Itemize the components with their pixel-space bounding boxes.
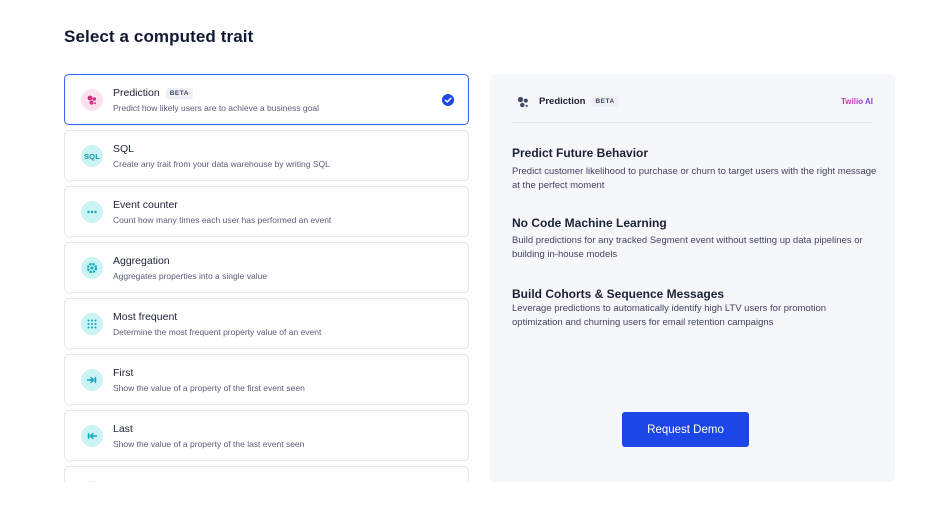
trait-description: Show the value of a property of the last… <box>113 439 305 449</box>
feature-description: Build predictions for any tracked Segmen… <box>512 235 863 260</box>
trait-name: First <box>113 367 134 379</box>
feature-title: Predict Future Behavior <box>512 146 649 160</box>
trait-description: Create any trait from your data warehous… <box>113 159 330 169</box>
feature-description: Predict customer likelihood to purchase … <box>512 166 877 191</box>
beta-badge: BETA <box>165 88 193 99</box>
feature-description: Leverage predictions to automatically id… <box>512 303 827 328</box>
trait-card-aggregation[interactable]: Aggregation Aggregates properties into a… <box>64 242 469 293</box>
trait-card-partial[interactable] <box>64 466 469 482</box>
last-icon <box>81 425 103 447</box>
trait-card-prediction[interactable]: Prediction BETA Predict how likely users … <box>64 74 469 125</box>
most-frequent-icon <box>81 313 103 335</box>
feature-title: No Code Machine Learning <box>512 216 667 230</box>
trait-card-last[interactable]: Last Show the value of a property of the… <box>64 410 469 461</box>
prediction-icon <box>81 89 103 111</box>
feature-title: Build Cohorts & Sequence Messages <box>512 287 725 301</box>
check-circle-icon <box>442 94 454 106</box>
beta-badge: BETA <box>591 96 619 107</box>
trait-detail-panel: Prediction BETA Twilio AI Predict Future … <box>490 74 895 482</box>
twilio-ai-logo: Twilio AI <box>841 97 873 106</box>
first-icon <box>81 369 103 391</box>
aggregation-icon <box>81 257 103 279</box>
trait-name: Last <box>113 423 133 435</box>
trait-description: Show the value of a property of the firs… <box>113 383 305 393</box>
trait-name: SQL <box>113 143 135 155</box>
trait-description: Determine the most frequent property val… <box>113 327 322 337</box>
trait-name: Prediction <box>113 87 160 99</box>
trait-card-event-counter[interactable]: Event counter Count how many times each … <box>64 186 469 237</box>
trait-name: Event counter <box>113 199 178 211</box>
trait-card-first[interactable]: First Show the value of a property of th… <box>64 354 469 405</box>
detail-header: Prediction BETA Twilio AI <box>512 93 873 123</box>
trait-description: Aggregates properties into a single valu… <box>113 271 268 281</box>
trait-list: Prediction BETA Predict how likely users … <box>64 74 469 482</box>
trait-card-sql[interactable]: SQL SQL Create any trait from your data … <box>64 130 469 181</box>
request-demo-button[interactable]: Request Demo <box>622 412 749 447</box>
trait-name: Aggregation <box>113 255 170 267</box>
event-counter-icon <box>81 201 103 223</box>
sql-icon: SQL <box>81 145 103 167</box>
sql-icon-text: SQL <box>83 151 101 161</box>
trait-icon <box>81 481 103 482</box>
trait-card-most-frequent[interactable]: Most frequent Determine the most frequen… <box>64 298 469 349</box>
page-title: Select a computed trait <box>64 27 254 46</box>
prediction-icon <box>517 96 528 108</box>
trait-description: Predict how likely users are to achieve … <box>113 103 319 113</box>
trait-description: Count how many times each user has perfo… <box>113 215 332 225</box>
detail-title: Prediction <box>539 96 586 107</box>
trait-name: Most frequent <box>113 311 178 323</box>
